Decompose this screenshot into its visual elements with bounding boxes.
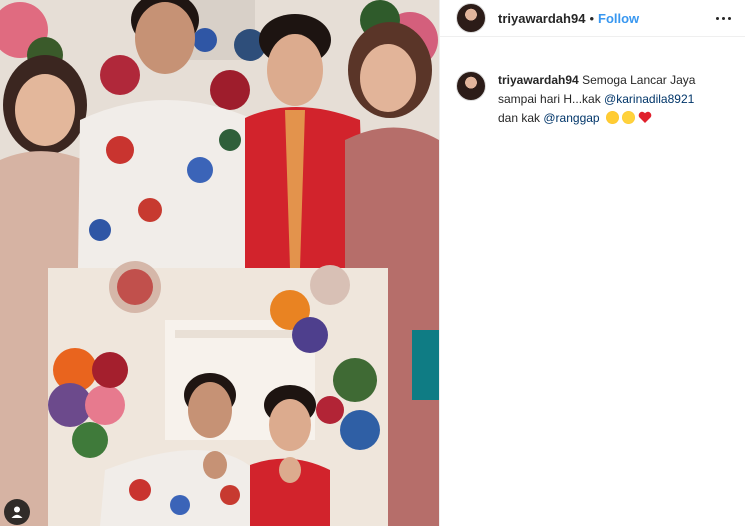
avatar[interactable] [456,3,486,33]
red-heart-emoji-icon [638,111,652,123]
mention-link[interactable]: @ranggap [543,111,599,125]
follow-button[interactable]: Follow [598,11,639,26]
caption-avatar[interactable] [456,71,486,101]
post-header: triyawardah94 • Follow [440,0,745,37]
caption-text: triyawardah94 Semoga Lancar Jaya sampai … [498,71,720,128]
caption-body-2: dan kak [498,111,541,125]
caption-comment: triyawardah94 Semoga Lancar Jaya sampai … [440,37,745,128]
user-tag-button[interactable] [4,499,30,525]
kissing-emoji-icon [621,111,635,124]
heart-eyes-emoji-icon [605,111,619,124]
post-image [0,0,439,526]
post-photo[interactable] [0,0,439,526]
header-username[interactable]: triyawardah94 [498,11,585,26]
caption-username[interactable]: triyawardah94 [498,73,579,87]
more-options-icon[interactable] [716,13,731,24]
user-tag-icon [11,506,23,518]
post-sidebar: triyawardah94 • Follow triyawardah94 Sem… [439,0,745,526]
mention-link[interactable]: @karinadila8921 [604,92,694,106]
separator-dot: • [589,10,594,26]
